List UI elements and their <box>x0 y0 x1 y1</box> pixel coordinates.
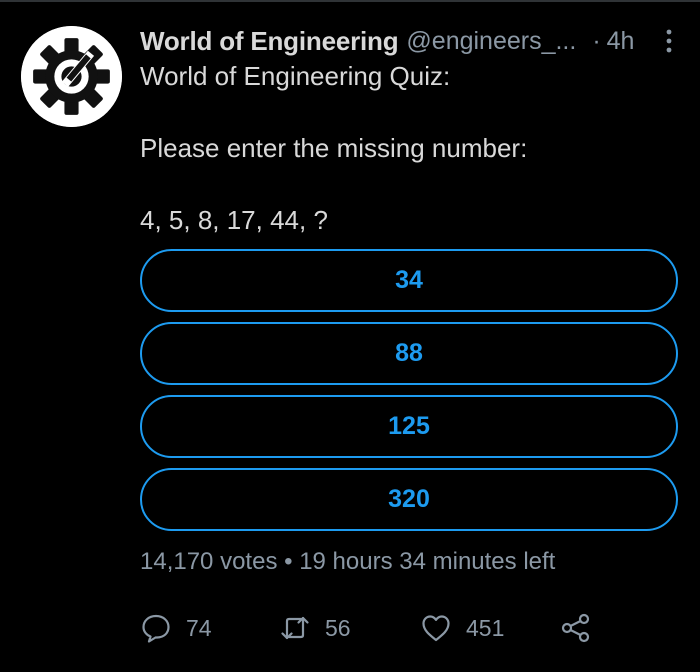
tweet-text-line: World of Engineering Quiz: <box>140 61 451 91</box>
heart-icon <box>422 615 450 642</box>
author-handle[interactable]: @engineers_... <box>406 27 576 56</box>
poll-votes: 14,170 votes <box>140 548 278 575</box>
share-icon <box>561 613 590 643</box>
gear-wrench-logo-icon <box>21 26 122 127</box>
retweet-button[interactable]: 56 <box>279 608 351 648</box>
more-vertical-icon[interactable] <box>659 28 679 54</box>
tweet: World of Engineering @engineers_... · 4h… <box>0 0 700 672</box>
poll-meta: 14,170 votes • 19 hours 34 minutes left <box>140 548 555 576</box>
poll-option[interactable]: 88 <box>140 322 678 385</box>
reply-icon <box>142 614 170 643</box>
retweet-count: 56 <box>325 614 351 641</box>
header-separator: · <box>592 26 601 55</box>
poll-option[interactable]: 34 <box>140 249 678 312</box>
like-count: 451 <box>466 614 505 641</box>
tweet-header: World of Engineering @engineers_... · 4h <box>140 24 685 58</box>
poll-option[interactable]: 125 <box>140 395 678 458</box>
poll-option[interactable]: 320 <box>140 468 678 531</box>
reply-count: 74 <box>186 614 212 641</box>
tweet-text-line: Please enter the missing number: <box>140 133 528 163</box>
tweet-text-line: 4, 5, 8, 17, 44, ? <box>140 205 328 235</box>
share-button[interactable] <box>560 608 606 648</box>
poll-time-left: 19 hours 34 minutes left <box>299 548 556 575</box>
tweet-time[interactable]: 4h <box>607 27 635 56</box>
avatar[interactable] <box>21 26 122 127</box>
reply-button[interactable]: 74 <box>140 608 212 648</box>
like-button[interactable]: 451 <box>420 608 504 648</box>
tweet-actions: 74 56 451 <box>140 608 600 648</box>
poll-meta-separator: • <box>284 548 293 575</box>
author-name[interactable]: World of Engineering <box>140 26 399 57</box>
retweet-icon <box>281 616 309 640</box>
poll: 34 88 125 320 <box>140 249 678 541</box>
